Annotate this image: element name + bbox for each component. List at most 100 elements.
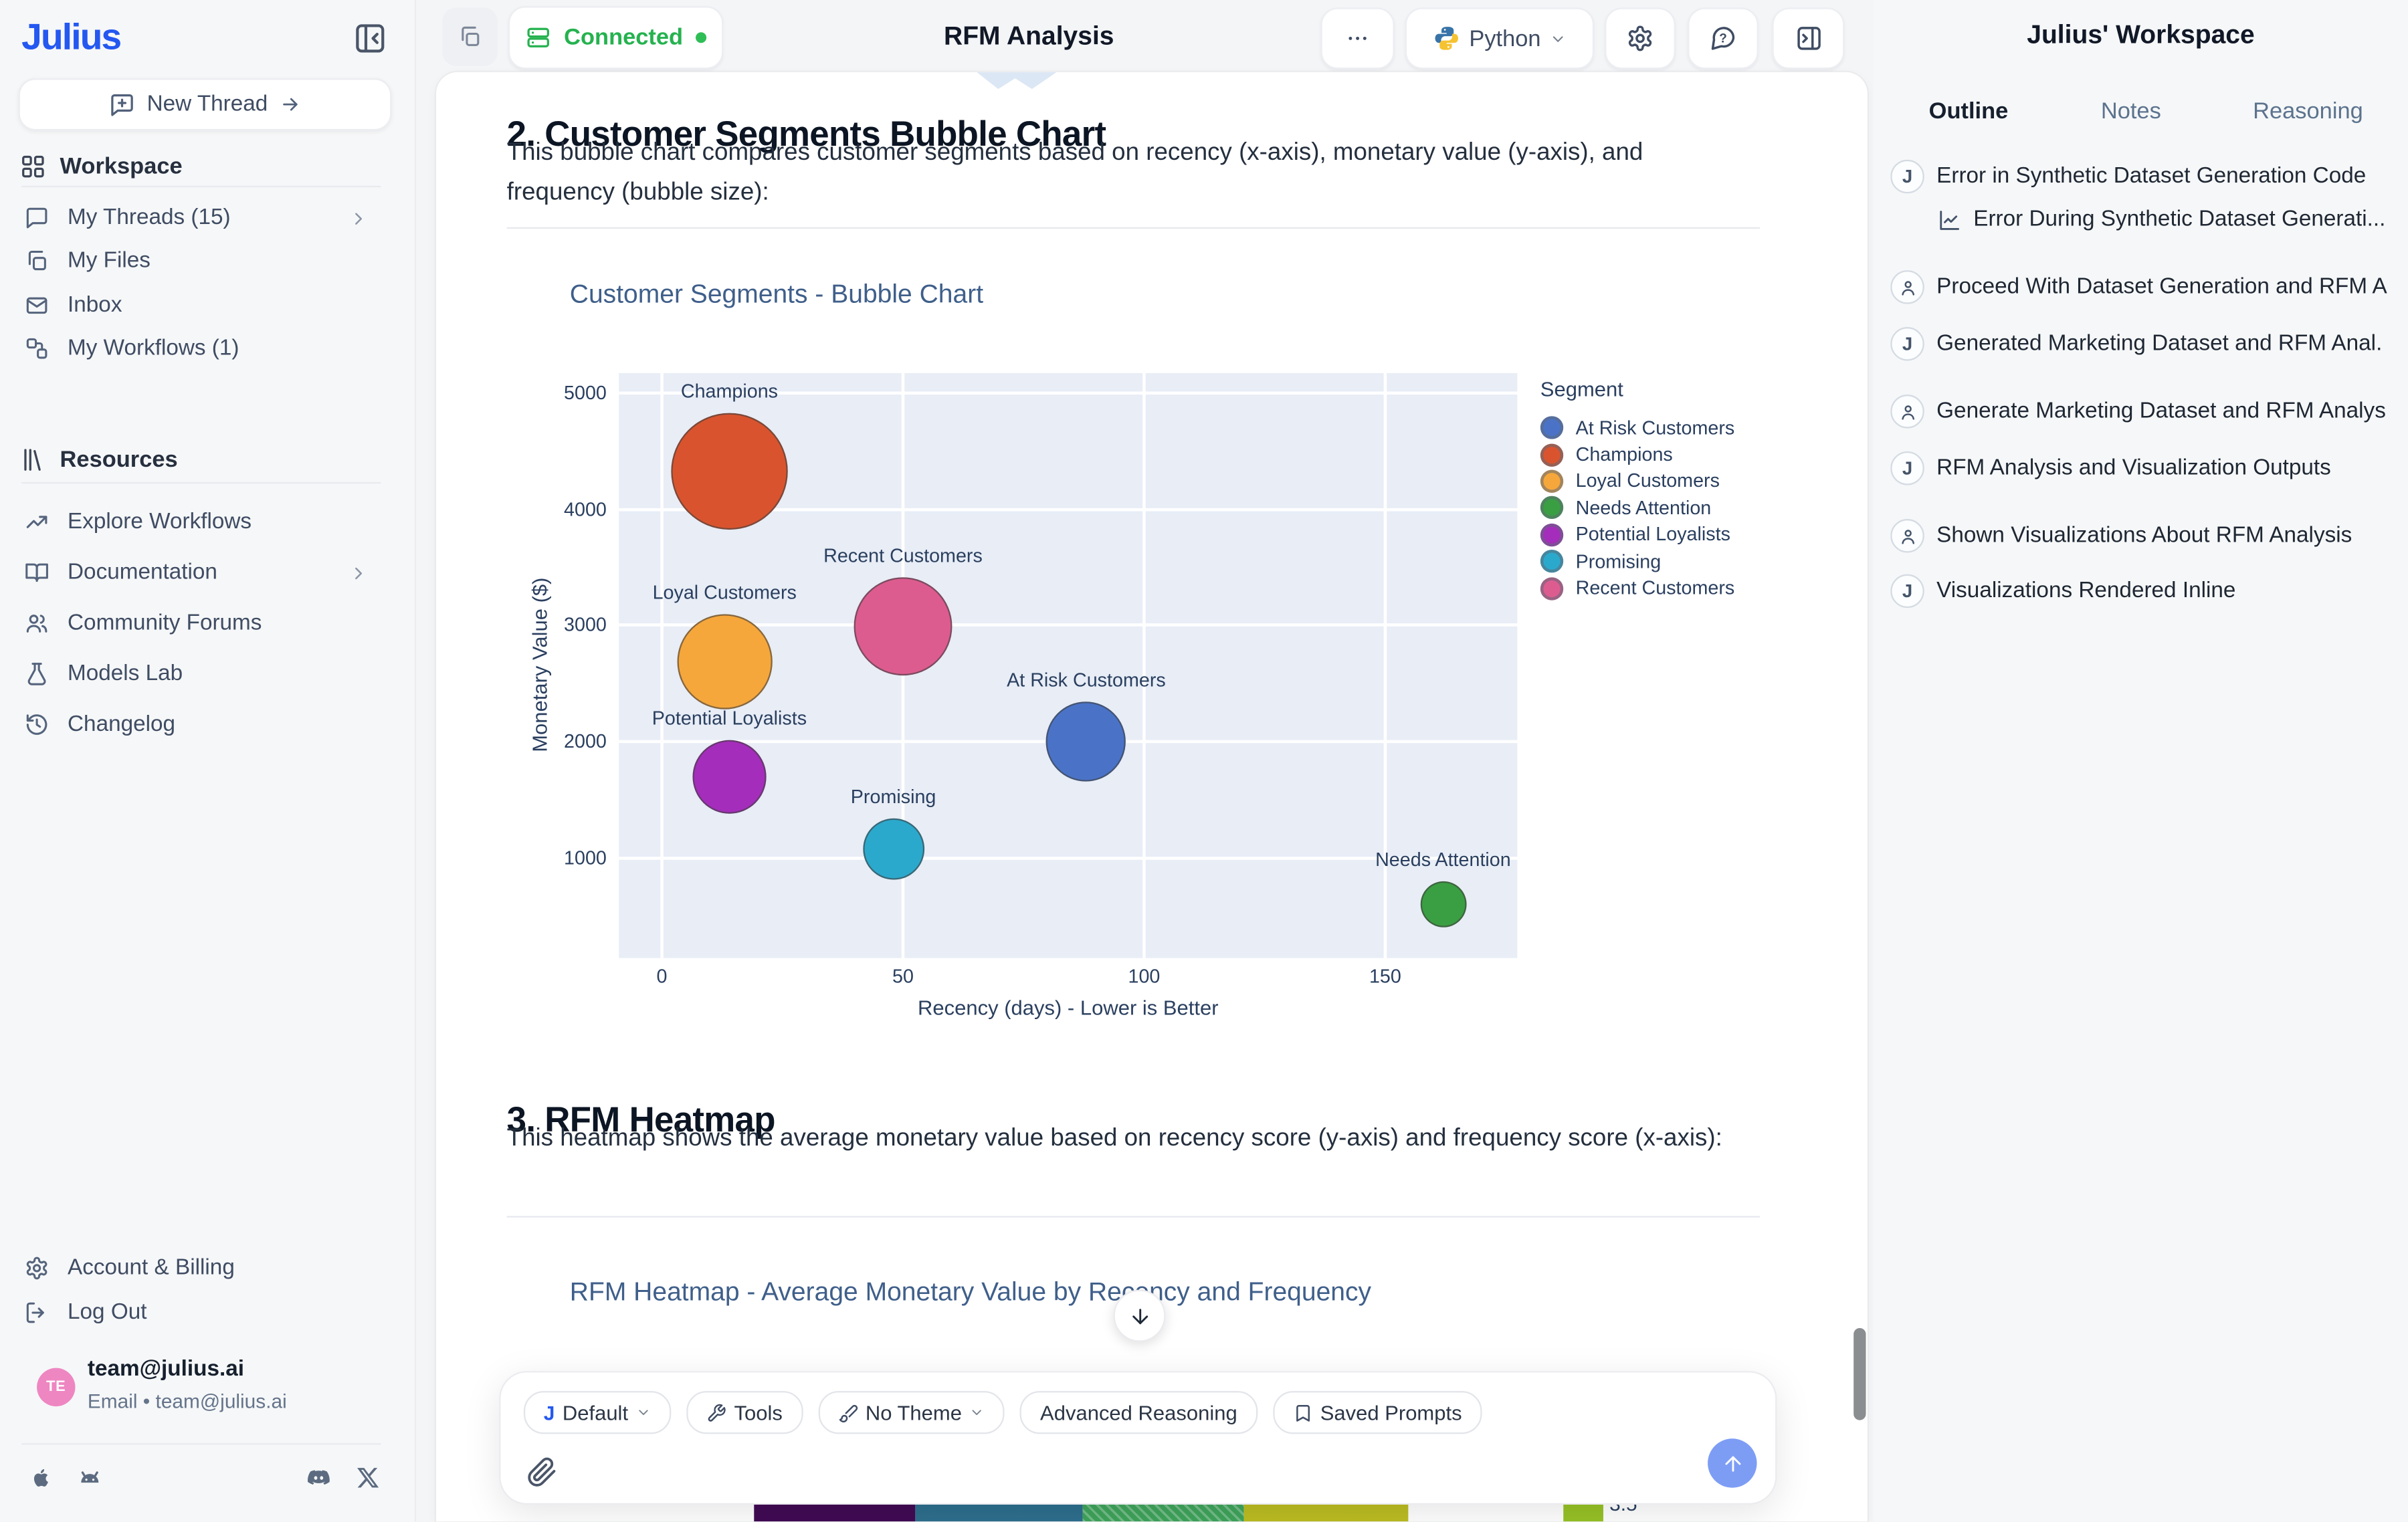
send-button[interactable] [1708, 1438, 1757, 1487]
xlogo-icon[interactable] [355, 1464, 381, 1491]
composer-pill-saved-prompts[interactable]: Saved Prompts [1273, 1391, 1482, 1434]
connected-status-badge[interactable]: Connected [508, 6, 723, 69]
julius-logo: Julius [21, 17, 120, 60]
chevron-right-icon [348, 562, 369, 582]
workspace-item[interactable]: JVisualizations Rendered Inline [1890, 574, 2408, 609]
workspace-item[interactable]: JError in Synthetic Dataset Generation C… [1890, 160, 2408, 194]
sidebar-item-models-lab[interactable]: Models Lab [25, 654, 387, 694]
panel-right-toggle-button[interactable] [1772, 7, 1844, 69]
workspace-item[interactable]: Shown Visualizations About RFM Analysis [1890, 519, 2408, 553]
bubble-needs-attention [1420, 881, 1466, 928]
workspace-item[interactable]: Generate Marketing Dataset and RFM Analy… [1890, 395, 2408, 429]
bubble-recent-customers [854, 578, 952, 676]
more-options-button[interactable] [1320, 7, 1394, 69]
legend-title: Segment [1540, 378, 1734, 401]
sidebar: Julius New Thread WorkspaceMy Threads (1… [0, 0, 416, 1521]
sidebar-item-account-billing[interactable]: Account & Billing [25, 1248, 387, 1289]
workspace-item[interactable]: JRFM Analysis and Visualization Outputs [1890, 451, 2408, 485]
apple-icon[interactable] [27, 1464, 54, 1491]
panel-left-collapse-icon[interactable] [353, 21, 387, 56]
bubble-chart-plot: 05010015010002000300040005000At Risk Cus… [619, 373, 1517, 958]
connected-label: Connected [564, 25, 683, 51]
tab-outline[interactable]: Outline [1929, 98, 2009, 124]
composer-pill-advanced-reasoning[interactable]: Advanced Reasoning [1020, 1391, 1257, 1434]
paperclip-icon[interactable] [527, 1457, 558, 1488]
history-icon [25, 712, 49, 737]
legend-entry-needs-attention[interactable]: Needs Attention [1540, 495, 1734, 522]
scrollbar-thumb[interactable] [1853, 1328, 1866, 1420]
mail-icon [25, 294, 49, 318]
sidebar-item-inbox[interactable]: Inbox [25, 286, 387, 326]
legend-entry-promising[interactable]: Promising [1540, 548, 1734, 575]
arrow-up-icon [1721, 1452, 1744, 1475]
composer-pill-tools[interactable]: Tools [686, 1391, 802, 1434]
tab-notes[interactable]: Notes [2101, 98, 2161, 124]
avatar: TE [37, 1368, 75, 1406]
workspace-item[interactable]: JGenerated Marketing Dataset and RFM Ana… [1890, 327, 2408, 361]
sidebar-item-my-workflows-1[interactable]: My Workflows (1) [25, 328, 387, 368]
grid-icon [20, 152, 46, 179]
user-avatar [1890, 519, 1924, 553]
workflow-icon [25, 336, 49, 361]
discord-icon[interactable] [306, 1464, 332, 1491]
y-tick-label: 5000 [545, 383, 607, 404]
workspace-panel: Julius' Workspace OutlineNotesReasoning … [1874, 0, 2408, 1521]
bubble-at-risk-customers [1046, 701, 1126, 781]
x-tick-label: 50 [892, 966, 914, 987]
y-tick-label: 4000 [545, 498, 607, 520]
composer-pill-no-theme[interactable]: No Theme [818, 1391, 1005, 1434]
python-icon [1432, 25, 1460, 52]
workspace-subitem[interactable]: Error During Synthetic Dataset Generati.… [1890, 203, 2408, 237]
legend-marker [1540, 469, 1563, 492]
sidebar-item-changelog[interactable]: Changelog [25, 705, 387, 745]
legend-entry-loyal-customers[interactable]: Loyal Customers [1540, 468, 1734, 495]
y-tick-label: 3000 [545, 615, 607, 636]
legend-entry-recent-customers[interactable]: Recent Customers [1540, 574, 1734, 601]
x-axis-label: Recency (days) - Lower is Better [619, 996, 1517, 1019]
svg-text:?: ? [1719, 31, 1727, 45]
profile[interactable]: TE team@julius.ai Email • team@julius.ai [25, 1357, 390, 1422]
trend-icon [25, 510, 49, 534]
sidebar-item-documentation[interactable]: Documentation [25, 553, 387, 593]
legend-entry-potential-loyalists[interactable]: Potential Loyalists [1540, 522, 1734, 548]
new-thread-button[interactable]: New Thread [19, 78, 392, 130]
julius-avatar: J [1890, 327, 1924, 361]
workspace-item[interactable]: Proceed With Dataset Generation and RFM … [1890, 270, 2408, 304]
legend-entry-at-risk-customers[interactable]: At Risk Customers [1540, 415, 1734, 441]
copy-thread-button[interactable] [442, 7, 498, 66]
section-desc-heatmap: This heatmap shows the average monetary … [507, 1119, 1736, 1160]
divider [21, 482, 381, 483]
help-button[interactable]: ? [1688, 7, 1759, 69]
sidebar-item-explore-workflows[interactable]: Explore Workflows [25, 502, 387, 542]
status-dot [695, 32, 706, 43]
chat-composer[interactable]: JDefault Tools No Theme Advanced Reasoning S… [499, 1371, 1777, 1505]
kernel-label: Python [1469, 25, 1540, 51]
sidebar-item-my-files[interactable]: My Files [25, 241, 387, 281]
y-tick-label: 1000 [545, 847, 607, 869]
sidebar-section-resources: Resources [20, 442, 178, 476]
scroll-to-bottom-button[interactable] [1114, 1290, 1166, 1342]
tab-reasoning[interactable]: Reasoning [2253, 98, 2363, 124]
x-tick-label: 100 [1128, 966, 1161, 987]
profile-email: team@julius.ai [88, 1357, 244, 1382]
android-icon[interactable] [77, 1464, 103, 1491]
divider [507, 227, 1760, 229]
divider [21, 1443, 381, 1444]
sidebar-item-community-forums[interactable]: Community Forums [25, 603, 387, 643]
divider [507, 1216, 1760, 1217]
composer-pill-default[interactable]: JDefault [524, 1391, 671, 1434]
app-window: Julius New Thread WorkspaceMy Threads (1… [0, 0, 2408, 1521]
bookmark-icon [1292, 1402, 1312, 1422]
new-thread-label: New Thread [147, 92, 268, 117]
ellipsis-icon [1345, 26, 1370, 51]
julius-avatar: J [1890, 160, 1924, 194]
legend-entry-champions[interactable]: Champions [1540, 441, 1734, 468]
sidebar-item-log-out[interactable]: Log Out [25, 1293, 387, 1333]
kernel-select[interactable]: Python [1405, 7, 1594, 69]
legend-marker [1540, 550, 1563, 572]
settings-button[interactable] [1605, 7, 1676, 69]
wrench-icon [706, 1402, 726, 1422]
divider [21, 186, 381, 187]
sidebar-item-my-threads-15[interactable]: My Threads (15) [25, 198, 387, 238]
profile-detail: Email • team@julius.ai [88, 1390, 287, 1412]
